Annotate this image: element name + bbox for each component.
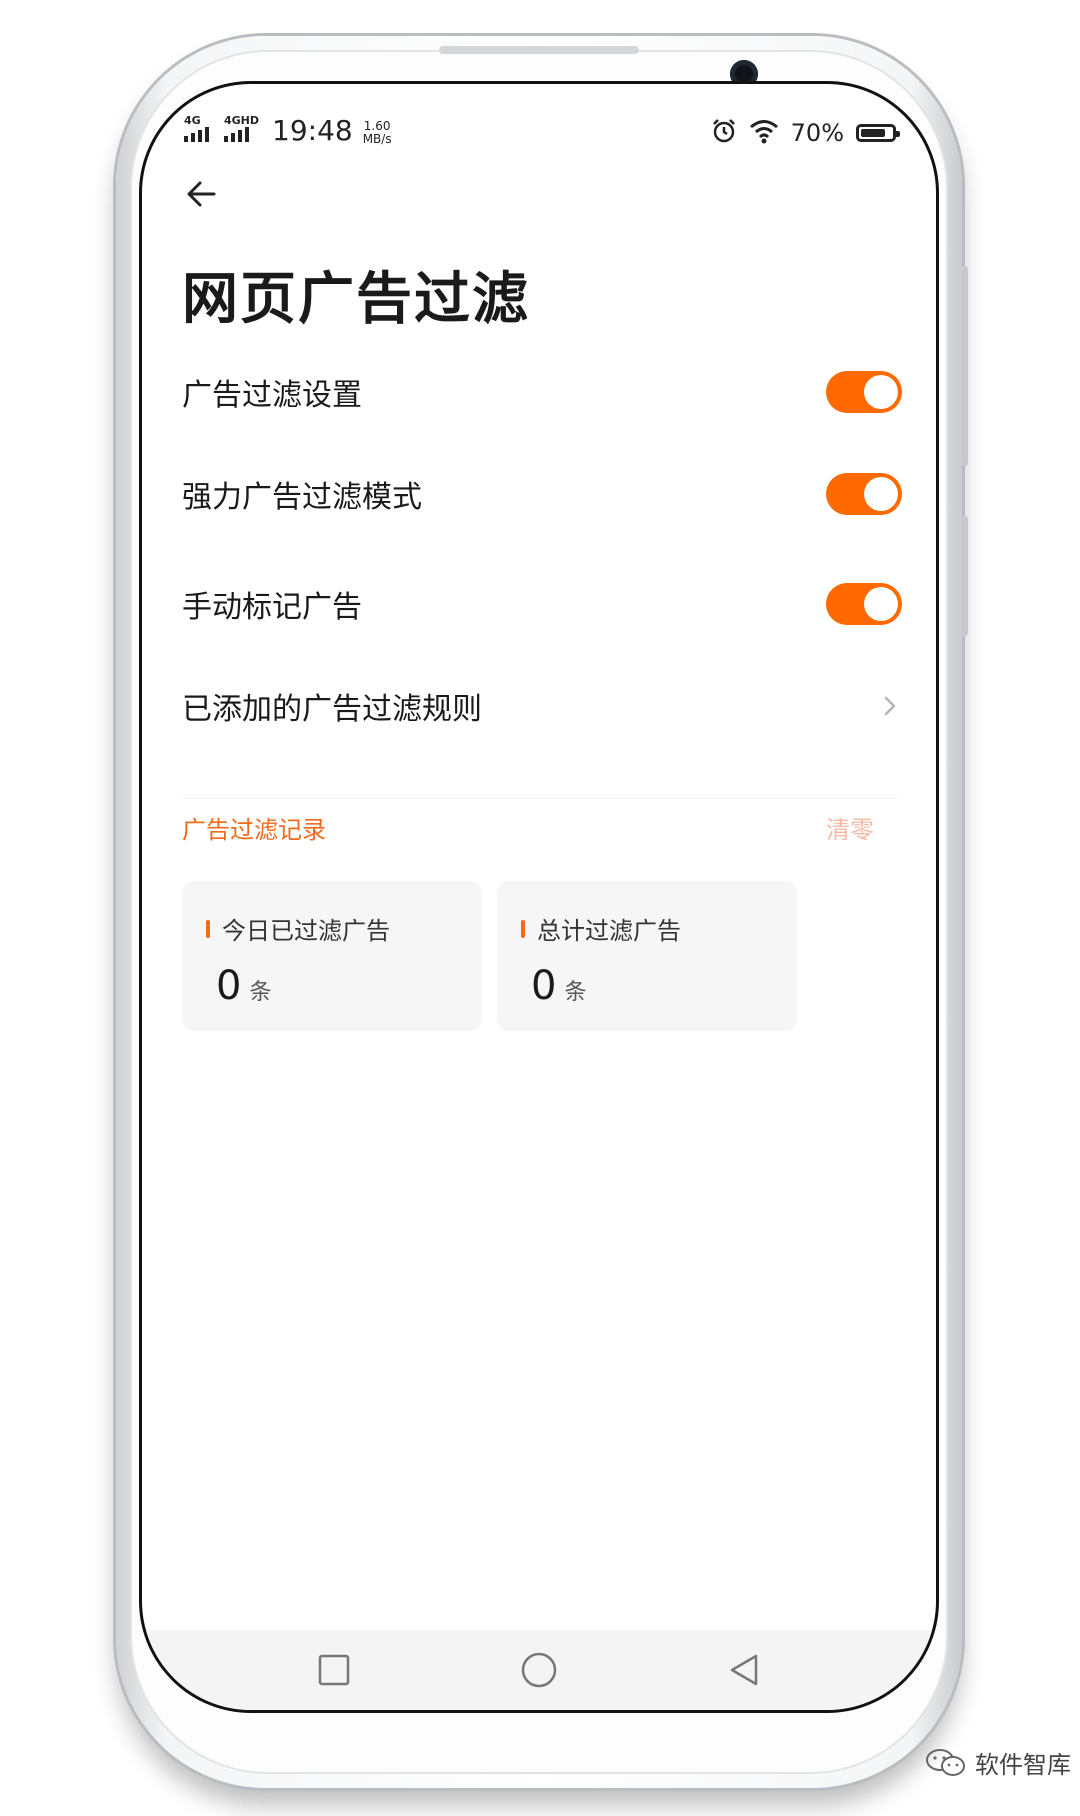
total-filtered-card: 总计过滤广告 0 条 (497, 881, 797, 1031)
section-divider (182, 798, 898, 799)
accent-bar (206, 919, 210, 938)
clear-button[interactable]: 清零 (826, 810, 874, 845)
page-title: 网页广告过滤 (182, 267, 530, 332)
back-arrow-icon (187, 181, 216, 207)
navigation-bar (142, 1630, 936, 1710)
count-unit: 条 (564, 980, 587, 1005)
status-time: 19:48 (272, 114, 353, 147)
accent-bar (521, 919, 525, 938)
back-button[interactable] (172, 164, 232, 224)
today-count: 0 (216, 963, 242, 1009)
records-section-title: 广告过滤记录 (182, 816, 326, 844)
signal-icon-sim1: 4G (184, 114, 214, 146)
battery-icon (856, 124, 900, 142)
nav-back-button[interactable] (724, 1650, 764, 1690)
chevron-right-icon (884, 696, 896, 716)
status-left: 4G 4GHD 19:48 1.60 MB/s (184, 114, 392, 147)
speed-unit: MB/s (362, 132, 392, 146)
strong-filter-toggle[interactable] (826, 473, 902, 515)
nav-home-icon (521, 1652, 557, 1688)
card-value: 0 条 (531, 963, 586, 1009)
setting-manual-mark[interactable]: 手动标记广告 (182, 564, 902, 644)
wifi-icon (749, 118, 779, 148)
setting-label: 已添加的广告过滤规则 (182, 692, 482, 727)
count-unit: 条 (249, 980, 272, 1005)
wechat-icon (925, 1748, 967, 1778)
volume-button (962, 266, 968, 466)
setting-strong-filter-mode[interactable]: 强力广告过滤模式 (182, 454, 902, 534)
phone-screen: 4G 4GHD 19:48 1.60 MB/s 70% 网页广告过滤 广告过滤设… (139, 81, 939, 1713)
setting-ad-filter[interactable]: 广告过滤设置 (182, 352, 902, 432)
network-speed: 1.60 MB/s (363, 120, 392, 146)
signal-icon-sim2: 4GHD (224, 114, 262, 146)
nav-recents-icon (319, 1654, 350, 1686)
setting-label: 强力广告过滤模式 (182, 480, 422, 515)
status-bar: 4G 4GHD 19:48 1.60 MB/s 70% (142, 84, 936, 164)
status-right: 70% (711, 118, 900, 148)
setting-added-rules[interactable]: 已添加的广告过滤规则 (182, 666, 902, 746)
power-button (962, 516, 968, 636)
nav-back-icon (730, 1654, 757, 1686)
watermark-text: 软件智库 (975, 1751, 1071, 1779)
today-filtered-card: 今日已过滤广告 0 条 (182, 881, 482, 1031)
total-count: 0 (531, 963, 557, 1009)
card-caption-text: 今日已过滤广告 (222, 917, 390, 945)
watermark: 软件智库 (925, 1745, 1071, 1780)
ad-filter-toggle[interactable] (826, 371, 902, 413)
earpiece-speaker (439, 46, 639, 54)
nav-recents-button[interactable] (314, 1650, 354, 1690)
setting-label: 广告过滤设置 (182, 378, 362, 413)
battery-percent: 70% (790, 119, 844, 147)
card-caption: 今日已过滤广告 (206, 911, 390, 946)
card-caption-text: 总计过滤广告 (537, 917, 681, 945)
manual-mark-toggle[interactable] (826, 583, 902, 625)
nav-home-button[interactable] (519, 1650, 559, 1690)
card-caption: 总计过滤广告 (521, 911, 681, 946)
card-value: 0 条 (216, 963, 271, 1009)
alarm-icon (711, 118, 737, 148)
network-type-label: 4GHD (224, 114, 260, 127)
network-type-label: 4G (184, 114, 201, 127)
setting-label: 手动标记广告 (182, 590, 362, 625)
